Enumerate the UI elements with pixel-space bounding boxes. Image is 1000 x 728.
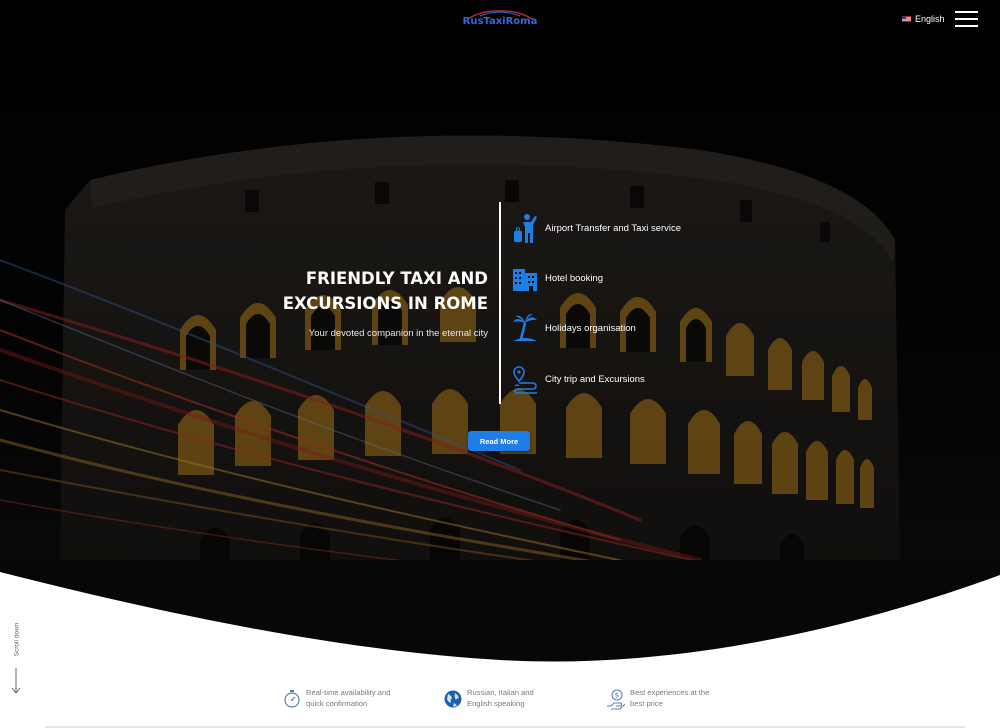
hero-subtitle: Your devoted companion in the eternal ci… — [308, 328, 488, 339]
vertical-divider — [499, 202, 501, 404]
traveler-luggage-icon — [514, 214, 537, 243]
service-label: Holidays organisation — [545, 322, 636, 334]
service-holidays: Holidays organisation — [511, 311, 636, 345]
language-selector[interactable]: English — [902, 12, 945, 26]
service-label: Airport Transfer and Taxi service — [545, 222, 682, 234]
site-logo[interactable]: RusTaxiRoma — [462, 8, 538, 30]
svg-text:$: $ — [615, 692, 619, 700]
logo-text: RusTaxiRoma — [462, 16, 538, 27]
service-hotel-booking: Hotel booking — [511, 261, 603, 295]
stopwatch-icon — [284, 690, 300, 708]
us-flag-icon — [902, 16, 911, 22]
map-route-icon — [513, 366, 537, 394]
language-label: English — [915, 14, 945, 24]
hero-title-line-2: EXCURSIONS IN ROME — [282, 294, 488, 313]
feature-languages: Russian, Italian and English speaking — [443, 688, 577, 714]
service-city-trip: City trip and Excursions — [511, 362, 645, 396]
scroll-down[interactable]: Scroll down — [6, 612, 26, 694]
feature-realtime-availability: Real-time availability and quick confirm… — [282, 688, 416, 714]
hero-title: FRIENDLY TAXI AND EXCURSIONS IN ROME — [250, 266, 488, 316]
scroll-down-label: Scroll down — [13, 622, 21, 657]
palm-tree-icon — [513, 313, 537, 341]
feature-best-price: $ Best experiences at the best price — [606, 688, 740, 714]
service-label: Hotel booking — [545, 272, 604, 284]
hero-section: RusTaxiRoma English FRIENDLY TAXI AND EX… — [0, 0, 1000, 665]
hotel-building-icon — [513, 269, 537, 291]
service-label: City trip and Excursions — [545, 373, 645, 385]
feature-text: Russian, Italian and English speaking — [467, 688, 534, 708]
hero-title-line-1: FRIENDLY TAXI AND — [305, 269, 488, 288]
hand-dollar-icon: $ — [607, 689, 626, 710]
hamburger-menu-icon[interactable] — [955, 11, 978, 27]
service-airport-transfer: Airport Transfer and Taxi service — [511, 211, 681, 245]
feature-text: Best experiences at the best price — [630, 688, 710, 708]
read-more-button[interactable]: Read More — [468, 431, 530, 451]
feature-text: Real-time availability and quick confirm… — [306, 688, 391, 708]
arrow-down-icon — [11, 668, 21, 694]
globe-icon — [444, 690, 462, 708]
